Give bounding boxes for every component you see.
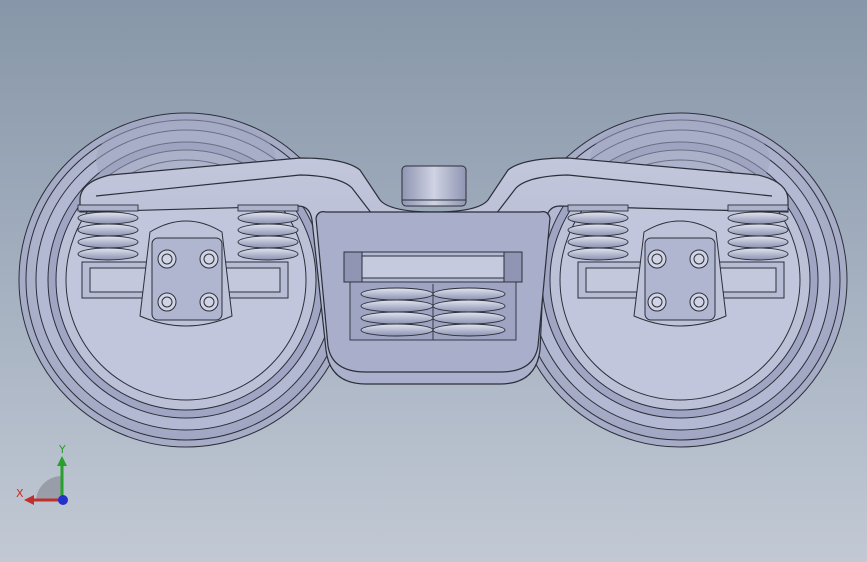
cad-model-viewport[interactable]	[0, 0, 867, 562]
bolster	[343, 251, 523, 283]
secondary-spring-nest	[349, 281, 517, 341]
center-pivot	[401, 165, 467, 207]
